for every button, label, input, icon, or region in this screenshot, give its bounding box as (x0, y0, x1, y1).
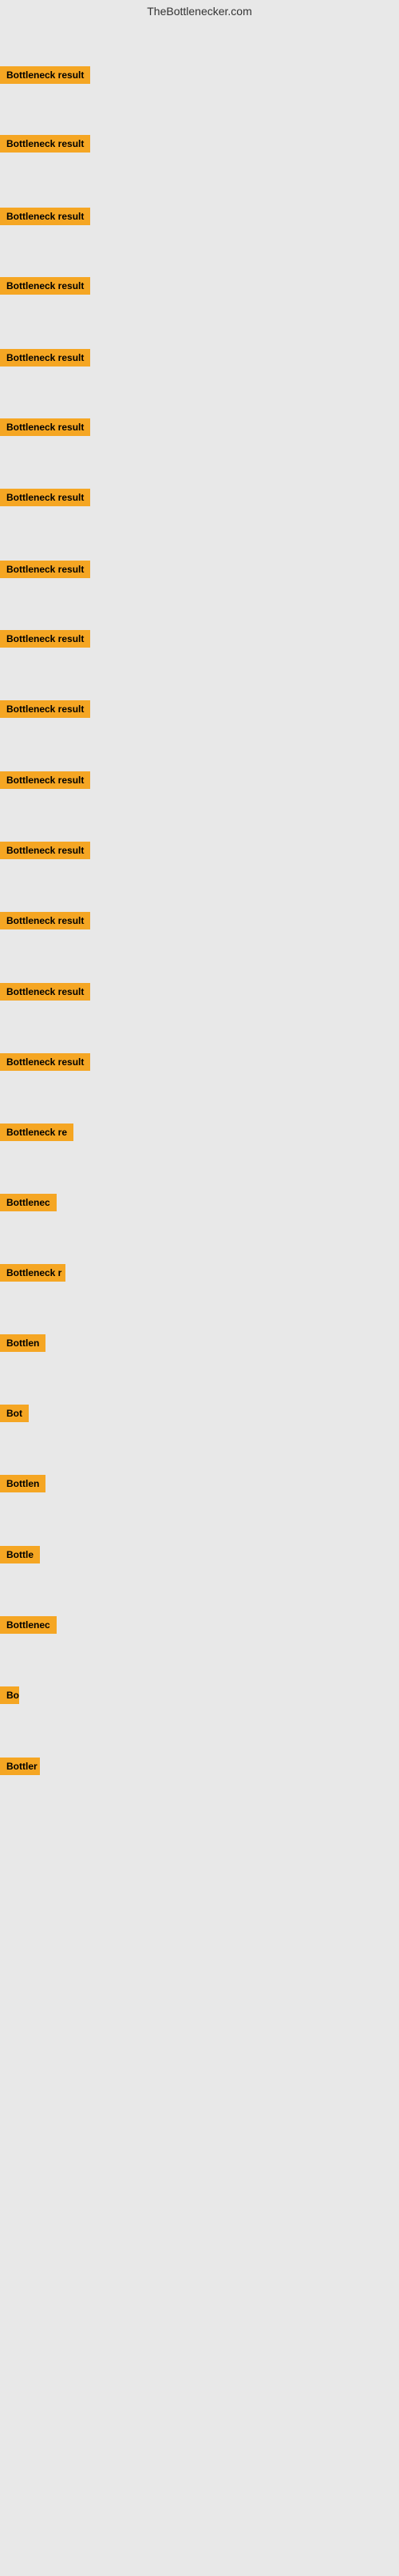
bottleneck-badge-5[interactable]: Bottleneck result (0, 349, 90, 367)
bottleneck-item-15: Bottleneck result (0, 1053, 90, 1075)
bottleneck-badge-21[interactable]: Bottlen (0, 1475, 45, 1492)
bottleneck-badge-17[interactable]: Bottlenec (0, 1194, 57, 1211)
bottleneck-badge-9[interactable]: Bottleneck result (0, 630, 90, 648)
bottleneck-badge-6[interactable]: Bottleneck result (0, 418, 90, 436)
bottleneck-item-25: Bottler (0, 1758, 40, 1779)
bottleneck-badge-11[interactable]: Bottleneck result (0, 771, 90, 789)
bottleneck-badge-1[interactable]: Bottleneck result (0, 66, 90, 84)
bottleneck-item-16: Bottleneck re (0, 1124, 73, 1145)
site-title: TheBottlenecker.com (0, 0, 399, 21)
bottleneck-badge-3[interactable]: Bottleneck result (0, 208, 90, 225)
bottleneck-badge-25[interactable]: Bottler (0, 1758, 40, 1775)
bottleneck-item-1: Bottleneck result (0, 66, 90, 88)
bottleneck-badge-2[interactable]: Bottleneck result (0, 135, 90, 153)
bottleneck-item-4: Bottleneck result (0, 277, 90, 299)
bottleneck-badge-24[interactable]: Bo (0, 1686, 19, 1704)
bottleneck-badge-10[interactable]: Bottleneck result (0, 700, 90, 718)
bottleneck-badge-20[interactable]: Bot (0, 1405, 29, 1422)
bottleneck-item-18: Bottleneck r (0, 1264, 65, 1286)
bottleneck-item-5: Bottleneck result (0, 349, 90, 371)
bottleneck-badge-19[interactable]: Bottlen (0, 1334, 45, 1352)
bottleneck-item-19: Bottlen (0, 1334, 45, 1356)
bottleneck-item-24: Bo (0, 1686, 19, 1708)
bottleneck-badge-22[interactable]: Bottle (0, 1546, 40, 1563)
bottleneck-item-22: Bottle (0, 1546, 40, 1567)
bottleneck-item-7: Bottleneck result (0, 489, 90, 510)
bottleneck-item-12: Bottleneck result (0, 842, 90, 863)
bottleneck-item-21: Bottlen (0, 1475, 45, 1496)
bottleneck-item-23: Bottlenec (0, 1616, 57, 1638)
bottleneck-item-8: Bottleneck result (0, 561, 90, 582)
bottleneck-badge-12[interactable]: Bottleneck result (0, 842, 90, 859)
bottleneck-item-20: Bot (0, 1405, 29, 1426)
bottleneck-item-6: Bottleneck result (0, 418, 90, 440)
bottleneck-item-3: Bottleneck result (0, 208, 90, 229)
bottleneck-badge-8[interactable]: Bottleneck result (0, 561, 90, 578)
bottleneck-item-9: Bottleneck result (0, 630, 90, 652)
bottleneck-badge-4[interactable]: Bottleneck result (0, 277, 90, 295)
bottleneck-badge-14[interactable]: Bottleneck result (0, 983, 90, 1001)
bottleneck-item-17: Bottlenec (0, 1194, 57, 1215)
bottleneck-item-13: Bottleneck result (0, 912, 90, 933)
bottleneck-badge-7[interactable]: Bottleneck result (0, 489, 90, 506)
bottleneck-badge-13[interactable]: Bottleneck result (0, 912, 90, 929)
bottleneck-badge-23[interactable]: Bottlenec (0, 1616, 57, 1634)
bottleneck-badge-18[interactable]: Bottleneck r (0, 1264, 65, 1282)
bottleneck-item-11: Bottleneck result (0, 771, 90, 793)
bottleneck-item-10: Bottleneck result (0, 700, 90, 722)
bottleneck-item-14: Bottleneck result (0, 983, 90, 1005)
bottleneck-badge-16[interactable]: Bottleneck re (0, 1124, 73, 1141)
bottleneck-item-2: Bottleneck result (0, 135, 90, 157)
bottleneck-badge-15[interactable]: Bottleneck result (0, 1053, 90, 1071)
